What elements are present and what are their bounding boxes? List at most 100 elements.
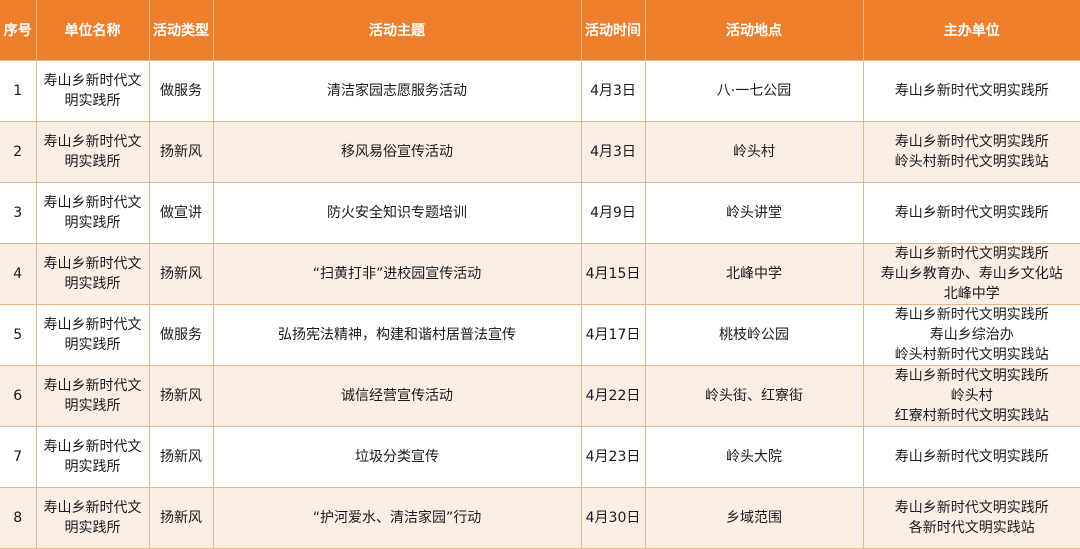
cell-host-line: 寿山乡新时代文明实践所 [894, 83, 1049, 99]
cell-unit-line: 寿山乡新时代文 [43, 195, 142, 211]
cell-unit-line: 明实践所 [64, 215, 121, 231]
cell-host: 寿山乡新时代文明实践所 [862, 426, 1080, 488]
cell-host-line: 寿山乡新时代文明实践所 [894, 246, 1049, 262]
table-row: 1 寿山乡新时代文 明实践所 做服务 清洁家园志愿服务活动 4月3日 八·一七公园 寿山乡新时… [0, 60, 1080, 122]
cell-unit-line: 明实践所 [64, 276, 121, 292]
table-row: 3 寿山乡新时代文 明实践所 做宣讲 防火安全知识专题培训 4月9日 岭头讲堂 寿山乡新时代文… [0, 182, 1080, 244]
cell-host-line: 寿山乡新时代文明实践所 [894, 205, 1049, 221]
cell-host-line: 红寮村新时代文明实践站 [894, 408, 1049, 424]
cell-unit: 寿山乡新时代文 明实践所 [35, 487, 150, 549]
cell-unit: 寿山乡新时代文 明实践所 [35, 60, 150, 122]
cell-place: 岭头讲堂 [644, 182, 864, 244]
cell-theme: 移风易俗宣传活动 [212, 121, 582, 183]
activity-table: 序号 单位名称 活动类型 活动主题 活动时间 活动地点 主办单位 1 寿山乡新时代… [0, 0, 1080, 549]
cell-unit-line: 寿山乡新时代文 [43, 378, 142, 394]
cell-time: 4月3日 [580, 60, 646, 122]
cell-host-line: 寿山乡教育办、寿山乡文化站 [880, 266, 1063, 282]
cell-host: 寿山乡新时代文明实践所 岭头村新时代文明实践站 [862, 121, 1080, 183]
cell-place: 岭头街、红寮街 [644, 365, 864, 427]
cell-no: 1 [0, 60, 37, 122]
cell-unit: 寿山乡新时代文 明实践所 [35, 182, 150, 244]
cell-host-line: 寿山乡新时代文明实践所 [894, 134, 1049, 150]
cell-unit: 寿山乡新时代文 明实践所 [35, 365, 150, 427]
cell-type: 做服务 [148, 60, 214, 122]
header-theme: 活动主题 [213, 0, 582, 61]
cell-theme: 清洁家园志愿服务活动 [212, 60, 582, 122]
cell-type: 扬新风 [148, 487, 214, 549]
cell-theme: 垃圾分类宣传 [212, 426, 582, 488]
cell-no: 3 [0, 182, 37, 244]
table-row: 7 寿山乡新时代文 明实践所 扬新风 垃圾分类宣传 4月23日 岭头大院 寿山乡新时代文明实践… [0, 426, 1080, 488]
cell-no: 2 [0, 121, 37, 183]
table-row: 8 寿山乡新时代文 明实践所 扬新风 “护河爱水、清洁家园”行动 4月30日 乡域范围 寿山乡… [0, 487, 1080, 549]
header-time: 活动时间 [581, 0, 646, 61]
table-body: 1 寿山乡新时代文 明实践所 做服务 清洁家园志愿服务活动 4月3日 八·一七公园 寿山乡新时… [0, 60, 1080, 549]
cell-time: 4月15日 [580, 243, 646, 305]
cell-place: 桃枝岭公园 [644, 304, 864, 366]
header-unit: 单位名称 [36, 0, 150, 61]
cell-time: 4月22日 [580, 365, 646, 427]
cell-time: 4月30日 [580, 487, 646, 549]
cell-host-line: 各新时代文明实践站 [908, 520, 1035, 536]
cell-no: 7 [0, 426, 37, 488]
cell-place: 乡域范围 [644, 487, 864, 549]
cell-unit-line: 明实践所 [64, 154, 121, 170]
cell-theme: “扫黄打非”进校园宣传活动 [212, 243, 582, 305]
cell-unit-line: 寿山乡新时代文 [43, 439, 142, 455]
cell-unit-line: 明实践所 [64, 520, 121, 536]
table-row: 4 寿山乡新时代文 明实践所 扬新风 “扫黄打非”进校园宣传活动 4月15日 北峰中学 寿山乡… [0, 243, 1080, 305]
cell-unit-line: 寿山乡新时代文 [43, 134, 142, 150]
cell-unit: 寿山乡新时代文 明实践所 [35, 243, 150, 305]
header-row: 序号 单位名称 活动类型 活动主题 活动时间 活动地点 主办单位 [0, 0, 1080, 61]
cell-host: 寿山乡新时代文明实践所 [862, 60, 1080, 122]
cell-host-line: 岭头村 [950, 388, 993, 404]
cell-time: 4月23日 [580, 426, 646, 488]
cell-type: 做宣讲 [148, 182, 214, 244]
cell-theme: 诚信经营宣传活动 [212, 365, 582, 427]
cell-host-line: 北峰中学 [943, 286, 1000, 302]
cell-time: 4月3日 [580, 121, 646, 183]
cell-no: 4 [0, 243, 37, 305]
header-place: 活动地点 [645, 0, 864, 61]
cell-unit-line: 明实践所 [64, 93, 121, 109]
cell-host: 寿山乡新时代文明实践所 寿山乡教育办、寿山乡文化站 北峰中学 [862, 243, 1080, 305]
cell-unit-line: 寿山乡新时代文 [43, 317, 142, 333]
cell-unit-line: 明实践所 [64, 337, 121, 353]
cell-time: 4月17日 [580, 304, 646, 366]
table-row: 6 寿山乡新时代文 明实践所 扬新风 诚信经营宣传活动 4月22日 岭头街、红寮街 寿山乡新时… [0, 365, 1080, 427]
cell-unit: 寿山乡新时代文 明实践所 [35, 426, 150, 488]
cell-theme: “护河爱水、清洁家园”行动 [212, 487, 582, 549]
cell-host: 寿山乡新时代文明实践所 岭头村红寮村新时代文明实践站 [862, 365, 1080, 427]
cell-unit-line: 寿山乡新时代文 [43, 73, 142, 89]
cell-place: 岭头大院 [644, 426, 864, 488]
cell-unit-line: 明实践所 [64, 398, 121, 414]
cell-host: 寿山乡新时代文明实践所 [862, 182, 1080, 244]
cell-host-line: 岭头村新时代文明实践站 [894, 347, 1049, 363]
cell-time: 4月9日 [580, 182, 646, 244]
cell-type: 扬新风 [148, 365, 214, 427]
cell-no: 5 [0, 304, 37, 366]
cell-place: 岭头村 [644, 121, 864, 183]
cell-host-line: 寿山乡新时代文明实践所 [894, 368, 1049, 384]
cell-unit-line: 寿山乡新时代文 [43, 500, 142, 516]
cell-host: 寿山乡新时代文明实践所 各新时代文明实践站 [862, 487, 1080, 549]
cell-type: 扬新风 [148, 121, 214, 183]
cell-type: 做服务 [148, 304, 214, 366]
header-host: 主办单位 [863, 0, 1080, 61]
cell-unit-line: 寿山乡新时代文 [43, 256, 142, 272]
cell-place: 八·一七公园 [644, 60, 864, 122]
cell-type: 扬新风 [148, 243, 214, 305]
cell-host-line: 寿山乡新时代文明实践所 [894, 500, 1049, 516]
cell-no: 6 [0, 365, 37, 427]
cell-type: 扬新风 [148, 426, 214, 488]
table-row: 5 寿山乡新时代文 明实践所 做服务 弘扬宪法精神，构建和谐村居普法宣传 4月17日 桃枝岭… [0, 304, 1080, 366]
cell-host-line: 寿山乡新时代文明实践所 [894, 307, 1049, 323]
cell-unit-line: 明实践所 [64, 459, 121, 475]
cell-host-line: 岭头村新时代文明实践站 [894, 154, 1049, 170]
cell-host-line: 寿山乡新时代文明实践所 [894, 449, 1049, 465]
cell-unit: 寿山乡新时代文 明实践所 [35, 304, 150, 366]
header-type: 活动类型 [149, 0, 214, 61]
cell-place: 北峰中学 [644, 243, 864, 305]
cell-theme: 防火安全知识专题培训 [212, 182, 582, 244]
cell-host-line: 寿山乡综治办 [929, 327, 1014, 343]
